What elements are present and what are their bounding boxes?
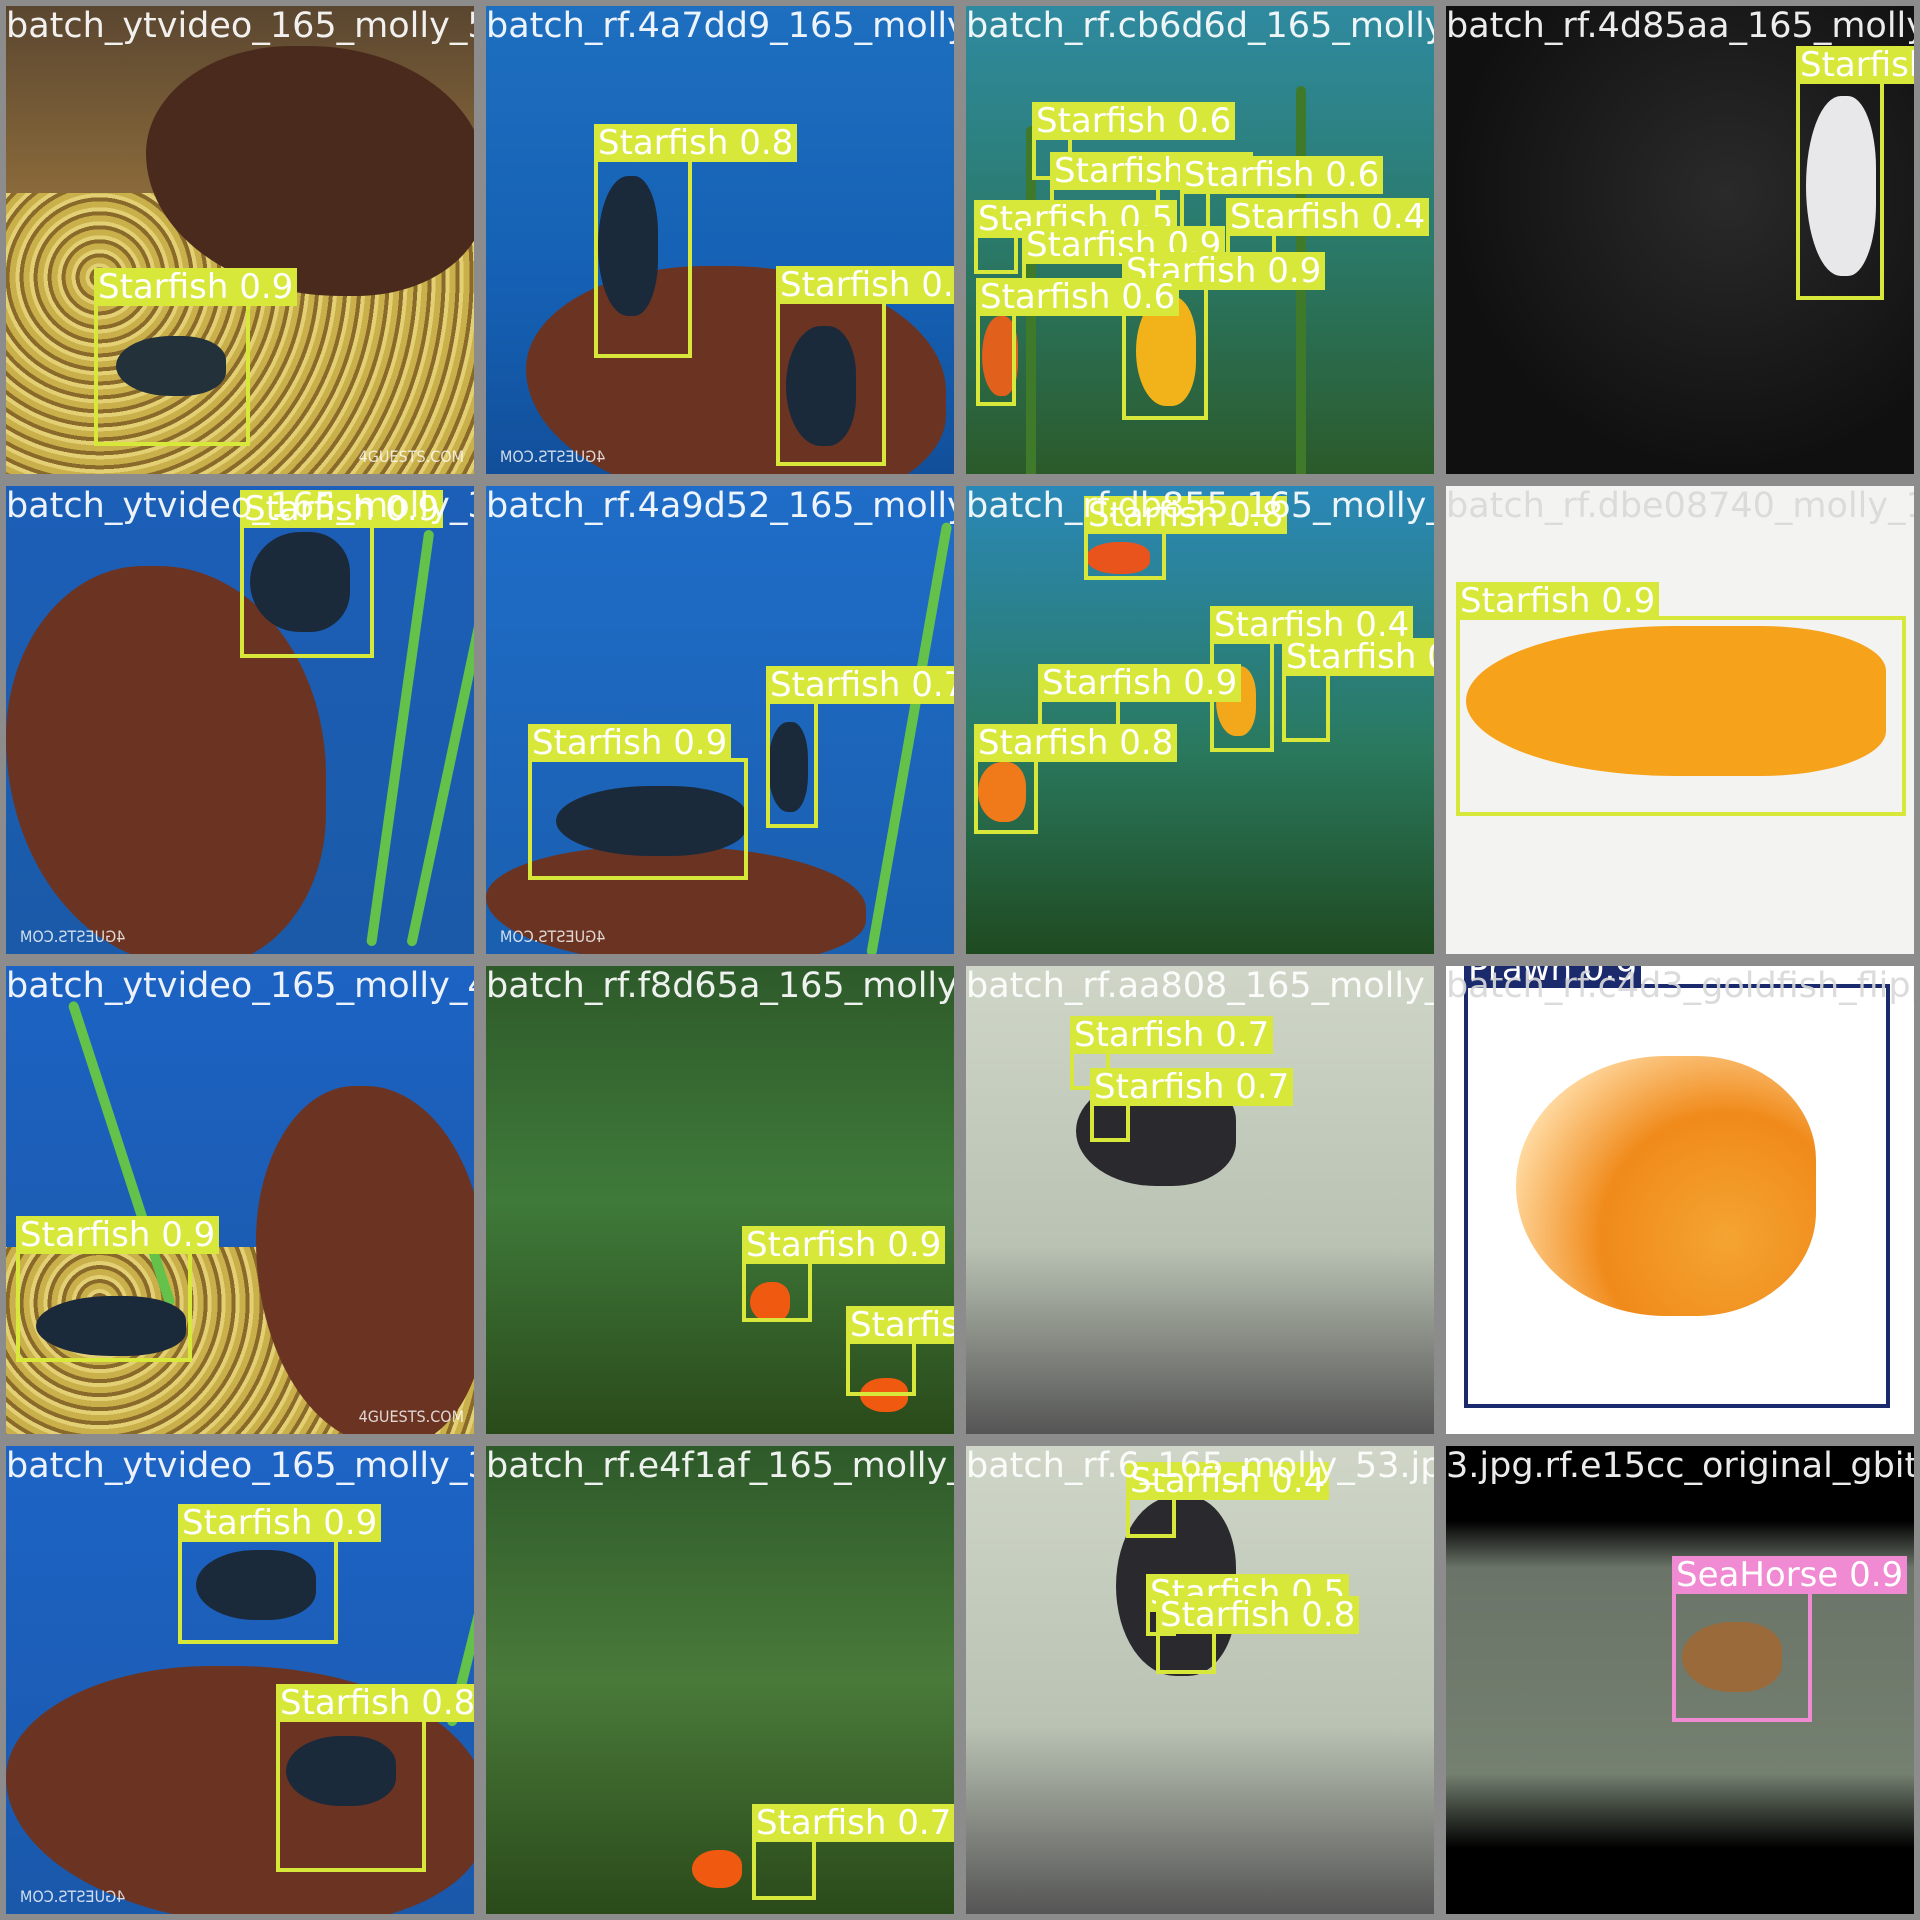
tile-title: batch_rf.cb6d6d_165_molly_23.jpg	[966, 6, 1434, 46]
tile-title: 3.jpg.rf.e15cc_original_gbit	[1446, 1446, 1919, 1486]
detection-box[interactable]: Starfish 0.8	[1084, 496, 1288, 580]
tile-title: batch_rf.e4f1af_165_molly_25.jpg	[486, 1446, 954, 1486]
detection-box[interactable]: SeaHorse 0.9	[1672, 1556, 1908, 1722]
tile-9[interactable]: Starfish 0.9 Starfish 0.8 batch_rf.f8d65…	[480, 960, 960, 1440]
detection-box[interactable]: Starfish 0.9	[528, 724, 748, 880]
detection-label: Starfish 0.9	[16, 1216, 220, 1254]
detection-box[interactable]: Starfish 0.9	[16, 1216, 220, 1362]
detection-box[interactable]: Starfish 0.9	[240, 490, 444, 658]
detection-label: Starfish 0.8	[776, 266, 954, 304]
detection-label: Starfish 0.6	[976, 278, 1180, 316]
tile-title: batch_ytvideo_165_molly_40.jpg	[6, 966, 474, 1006]
detection-box[interactable]: Starfish 0.9	[742, 1226, 946, 1322]
detection-box[interactable]: Starfish 0.8	[594, 124, 798, 358]
tile-title: batch_rf.4d85aa_165_molly_8.jpg	[1446, 6, 1914, 46]
tile-title: batch_rf.aa808_165_molly_15.jpg	[966, 966, 1440, 1006]
detection-label: Starfish 0.8	[276, 1684, 474, 1722]
detection-label: Starfish 0.8	[974, 724, 1178, 762]
tile-5[interactable]: Starfish 0.7 Starfish 0.9 4GUESTS.COM ba…	[480, 480, 960, 960]
tile-11[interactable]: Prawn 0.9 batch_rf.c4d3_goldfish_flipped	[1440, 960, 1920, 1440]
tile-3[interactable]: Starfish 0.9 batch_rf.4d85aa_165_molly_8…	[1440, 0, 1920, 480]
tile-title: batch_rf.f8d65a_165_molly_26.jpg	[486, 966, 958, 1006]
detection-box[interactable]: Starfish 0.8	[276, 1684, 474, 1872]
detection-label: Starfish 0.6	[1032, 102, 1236, 140]
tile-4[interactable]: Starfish 0.9 4GUESTS.COM batch_ytvideo_1…	[0, 480, 480, 960]
tile-7[interactable]: Starfish 0.9 batch_rf.dbe08740_molly_12.…	[1440, 480, 1920, 960]
detection-label: Starfish 0.7	[752, 1804, 954, 1842]
tile-14[interactable]: Starfish 0.4 Starfish 0.5 Starfish 0.8 b…	[960, 1440, 1440, 1920]
tile-title: batch_rf.4a7dd9_165_molly_37.jpg	[486, 6, 954, 46]
tile-title: batch_rf.6_165_molly_53.jpg	[966, 1446, 1440, 1486]
detection-label: Starfish 0.4	[1226, 198, 1430, 236]
detection-label: Starfish 0.8	[1156, 1596, 1360, 1634]
detection-box[interactable]: Starfish 0.7	[752, 1804, 954, 1900]
tile-title: batch_ytvideo_165_molly_50.jpg.rf.4a7dd9	[6, 6, 474, 46]
detection-box[interactable]: Starfish 0.6	[976, 278, 1180, 406]
detection-label: Starfish 0.9	[1456, 582, 1660, 620]
detection-label: Starfish 0.7	[766, 666, 954, 704]
fish	[692, 1850, 742, 1888]
watermark: 4GUESTS.COM	[20, 927, 126, 946]
detection-label: Starfish 0.8	[594, 124, 798, 162]
detection-box[interactable]: Starfish 0.5	[1282, 638, 1434, 742]
detection-label: Starfish 0.9	[94, 268, 298, 306]
watermark: 4GUESTS.COM	[20, 1887, 126, 1906]
tile-0[interactable]: Starfish 0.9 4GUESTS.COM batch_ytvideo_1…	[0, 0, 480, 480]
detection-grid: Starfish 0.9 4GUESTS.COM batch_ytvideo_1…	[0, 0, 1920, 1920]
detection-box[interactable]: Starfish 0.9	[94, 268, 298, 446]
detection-label: Starfish 0.9	[1038, 664, 1242, 702]
detection-box[interactable]: Starfish 0.8	[974, 724, 1178, 834]
detection-label: Starfish 0.7	[1070, 1016, 1274, 1054]
watermark: 4GUESTS.COM	[358, 1407, 464, 1426]
tile-title: batch_rf.4a9d52_165_molly_36.jpg	[486, 486, 954, 526]
detection-box[interactable]: Starfish 0.8	[1156, 1596, 1360, 1674]
tile-title: batch_rf.dbe08740_molly_12.jpg	[1446, 486, 1914, 526]
watermark: 4GUESTS.COM	[500, 447, 606, 466]
detection-box[interactable]: Starfish 0.9	[1796, 46, 1914, 300]
tile-8[interactable]: Starfish 0.9 4GUESTS.COM batch_ytvideo_1…	[0, 960, 480, 1440]
detection-label: SeaHorse 0.9	[1672, 1556, 1908, 1594]
detection-box[interactable]: Starfish 0.8	[846, 1306, 954, 1396]
tile-title: batch_ytvideo_165_molly_38.jpg	[6, 1446, 474, 1486]
detection-label: Starfish 0.9	[528, 724, 732, 762]
detection-label: Starfish 0.8	[846, 1306, 954, 1344]
tile-title: batch_ytvideo_165_molly_34.jpg	[6, 486, 474, 526]
detection-label: Starfish 0.6	[1180, 156, 1384, 194]
detection-box[interactable]: Starfish 0.5	[974, 200, 1178, 274]
watermark: 4GUESTS.COM	[500, 927, 606, 946]
detection-label: Starfish 0.9	[1796, 46, 1914, 84]
tile-image	[966, 486, 1434, 954]
watermark: 4GUESTS.COM	[358, 447, 464, 466]
detection-label: Starfish 0.5	[1282, 638, 1434, 676]
detection-box[interactable]: Starfish 0.7	[1090, 1068, 1294, 1142]
tile-15[interactable]: SeaHorse 0.9 3.jpg.rf.e15cc_original_gbi…	[1440, 1440, 1920, 1920]
tile-10[interactable]: Starfish 0.7 Starfish 0.7 batch_rf.aa808…	[960, 960, 1440, 1440]
detection-label: Starfish 0.9	[742, 1226, 946, 1264]
tile-6[interactable]: Starfish 0.8 Starfish 0.4 Starfish 0.9 S…	[960, 480, 1440, 960]
detection-box[interactable]: Starfish 0.7	[766, 666, 954, 828]
tile-1[interactable]: Starfish 0.8 Starfish 0.8 4GUESTS.COM ba…	[480, 0, 960, 480]
detection-box[interactable]: Prawn 0.9	[1464, 966, 1890, 1408]
tile-title: batch_rf.db855_165_molly_16.jpg	[966, 486, 1434, 526]
detection-box[interactable]: Starfish 0.8	[776, 266, 954, 466]
detection-box[interactable]: Starfish 0.4	[1126, 1462, 1330, 1538]
tile-2[interactable]: Starfish 0.6 Starfish 0.8 Starfish 0.6 S…	[960, 0, 1440, 480]
tile-title: batch_rf.c4d3_goldfish_flipped	[1446, 966, 1914, 1006]
detection-box[interactable]: Starfish 0.9	[178, 1504, 382, 1644]
tile-image	[486, 1446, 954, 1914]
detection-label: Starfish 0.7	[1090, 1068, 1294, 1106]
tile-13[interactable]: Starfish 0.7 batch_rf.e4f1af_165_molly_2…	[480, 1440, 960, 1920]
detection-box[interactable]: Starfish 0.9	[1456, 582, 1906, 816]
tile-12[interactable]: Starfish 0.9 Starfish 0.8 4GUESTS.COM ba…	[0, 1440, 480, 1920]
detection-label: Starfish 0.9	[178, 1504, 382, 1542]
